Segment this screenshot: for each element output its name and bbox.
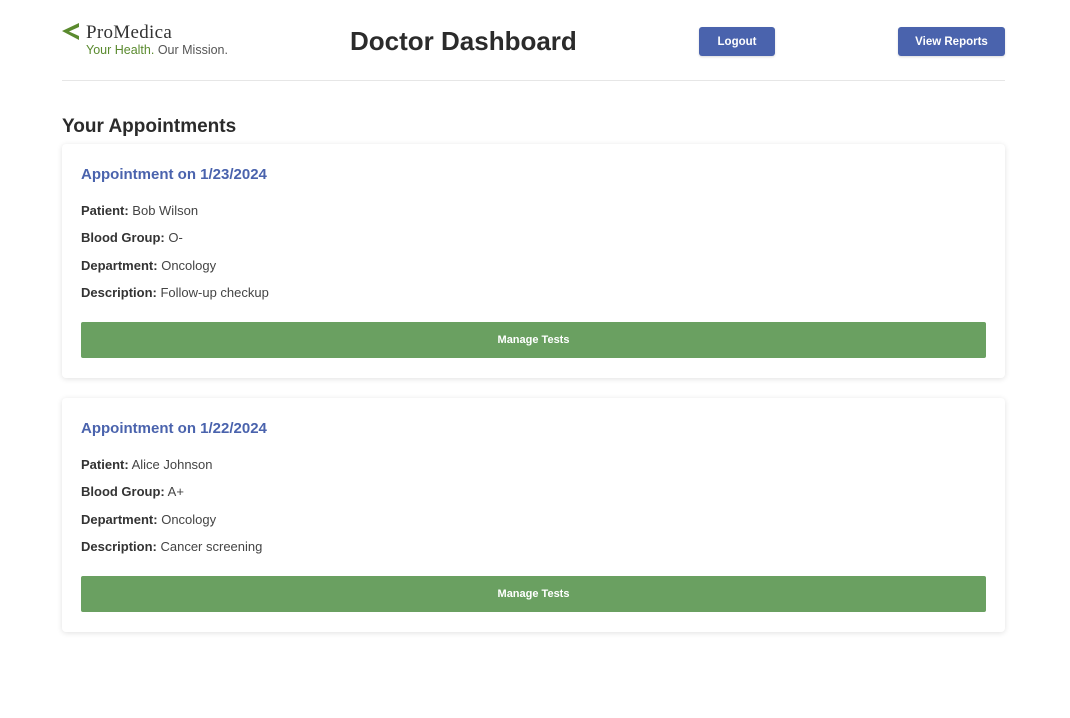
manage-tests-button[interactable]: Manage Tests bbox=[81, 576, 986, 612]
description-value: Follow-up checkup bbox=[160, 285, 269, 300]
department-label: Department: bbox=[81, 512, 158, 527]
brand-tagline-part2: Our Mission. bbox=[157, 43, 228, 57]
department-field: Department: Oncology bbox=[81, 258, 216, 273]
description-field: Description: Cancer screening bbox=[81, 539, 262, 554]
description-field: Description: Follow-up checkup bbox=[81, 285, 269, 300]
appointment-card: Appointment on 1/23/2024 Patient: Bob Wi… bbox=[62, 144, 1005, 378]
appointments-section-title: Your Appointments bbox=[62, 116, 237, 137]
description-label: Description: bbox=[81, 539, 157, 554]
blood-group-label: Blood Group: bbox=[81, 230, 165, 245]
patient-value: Alice Johnson bbox=[131, 457, 213, 472]
promedica-logo-icon bbox=[62, 23, 79, 40]
brand-tagline-part1: Your Health. bbox=[86, 43, 155, 57]
top-header: ProMedica Your Health. Our Mission. Doct… bbox=[62, 0, 1005, 81]
appointment-card: Appointment on 1/22/2024 Patient: Alice … bbox=[62, 398, 1005, 632]
patient-field: Patient: Bob Wilson bbox=[81, 203, 198, 218]
blood-group-field: Blood Group: O- bbox=[81, 230, 183, 245]
patient-value: Bob Wilson bbox=[132, 203, 199, 218]
patient-label: Patient: bbox=[81, 203, 129, 218]
patient-label: Patient: bbox=[81, 457, 129, 472]
department-value: Oncology bbox=[161, 258, 217, 273]
appointment-title: Appointment on 1/23/2024 bbox=[81, 166, 267, 183]
manage-tests-button[interactable]: Manage Tests bbox=[81, 322, 986, 358]
patient-field: Patient: Alice Johnson bbox=[81, 457, 213, 472]
blood-group-label: Blood Group: bbox=[81, 484, 165, 499]
department-label: Department: bbox=[81, 258, 158, 273]
view-reports-button[interactable]: View Reports bbox=[898, 27, 1005, 56]
description-value: Cancer screening bbox=[160, 539, 263, 554]
promedica-logo[interactable]: ProMedica Your Health. Our Mission. bbox=[62, 22, 242, 62]
brand-name: ProMedica bbox=[86, 22, 173, 43]
appointment-title: Appointment on 1/22/2024 bbox=[81, 420, 267, 437]
blood-group-value: A+ bbox=[167, 484, 184, 499]
brand-tagline: Your Health. Our Mission. bbox=[86, 43, 228, 57]
blood-group-value: O- bbox=[168, 230, 183, 245]
blood-group-field: Blood Group: A+ bbox=[81, 484, 184, 499]
department-field: Department: Oncology bbox=[81, 512, 216, 527]
description-label: Description: bbox=[81, 285, 157, 300]
page-title: Doctor Dashboard bbox=[350, 26, 577, 56]
logout-button[interactable]: Logout bbox=[699, 27, 775, 56]
department-value: Oncology bbox=[161, 512, 217, 527]
